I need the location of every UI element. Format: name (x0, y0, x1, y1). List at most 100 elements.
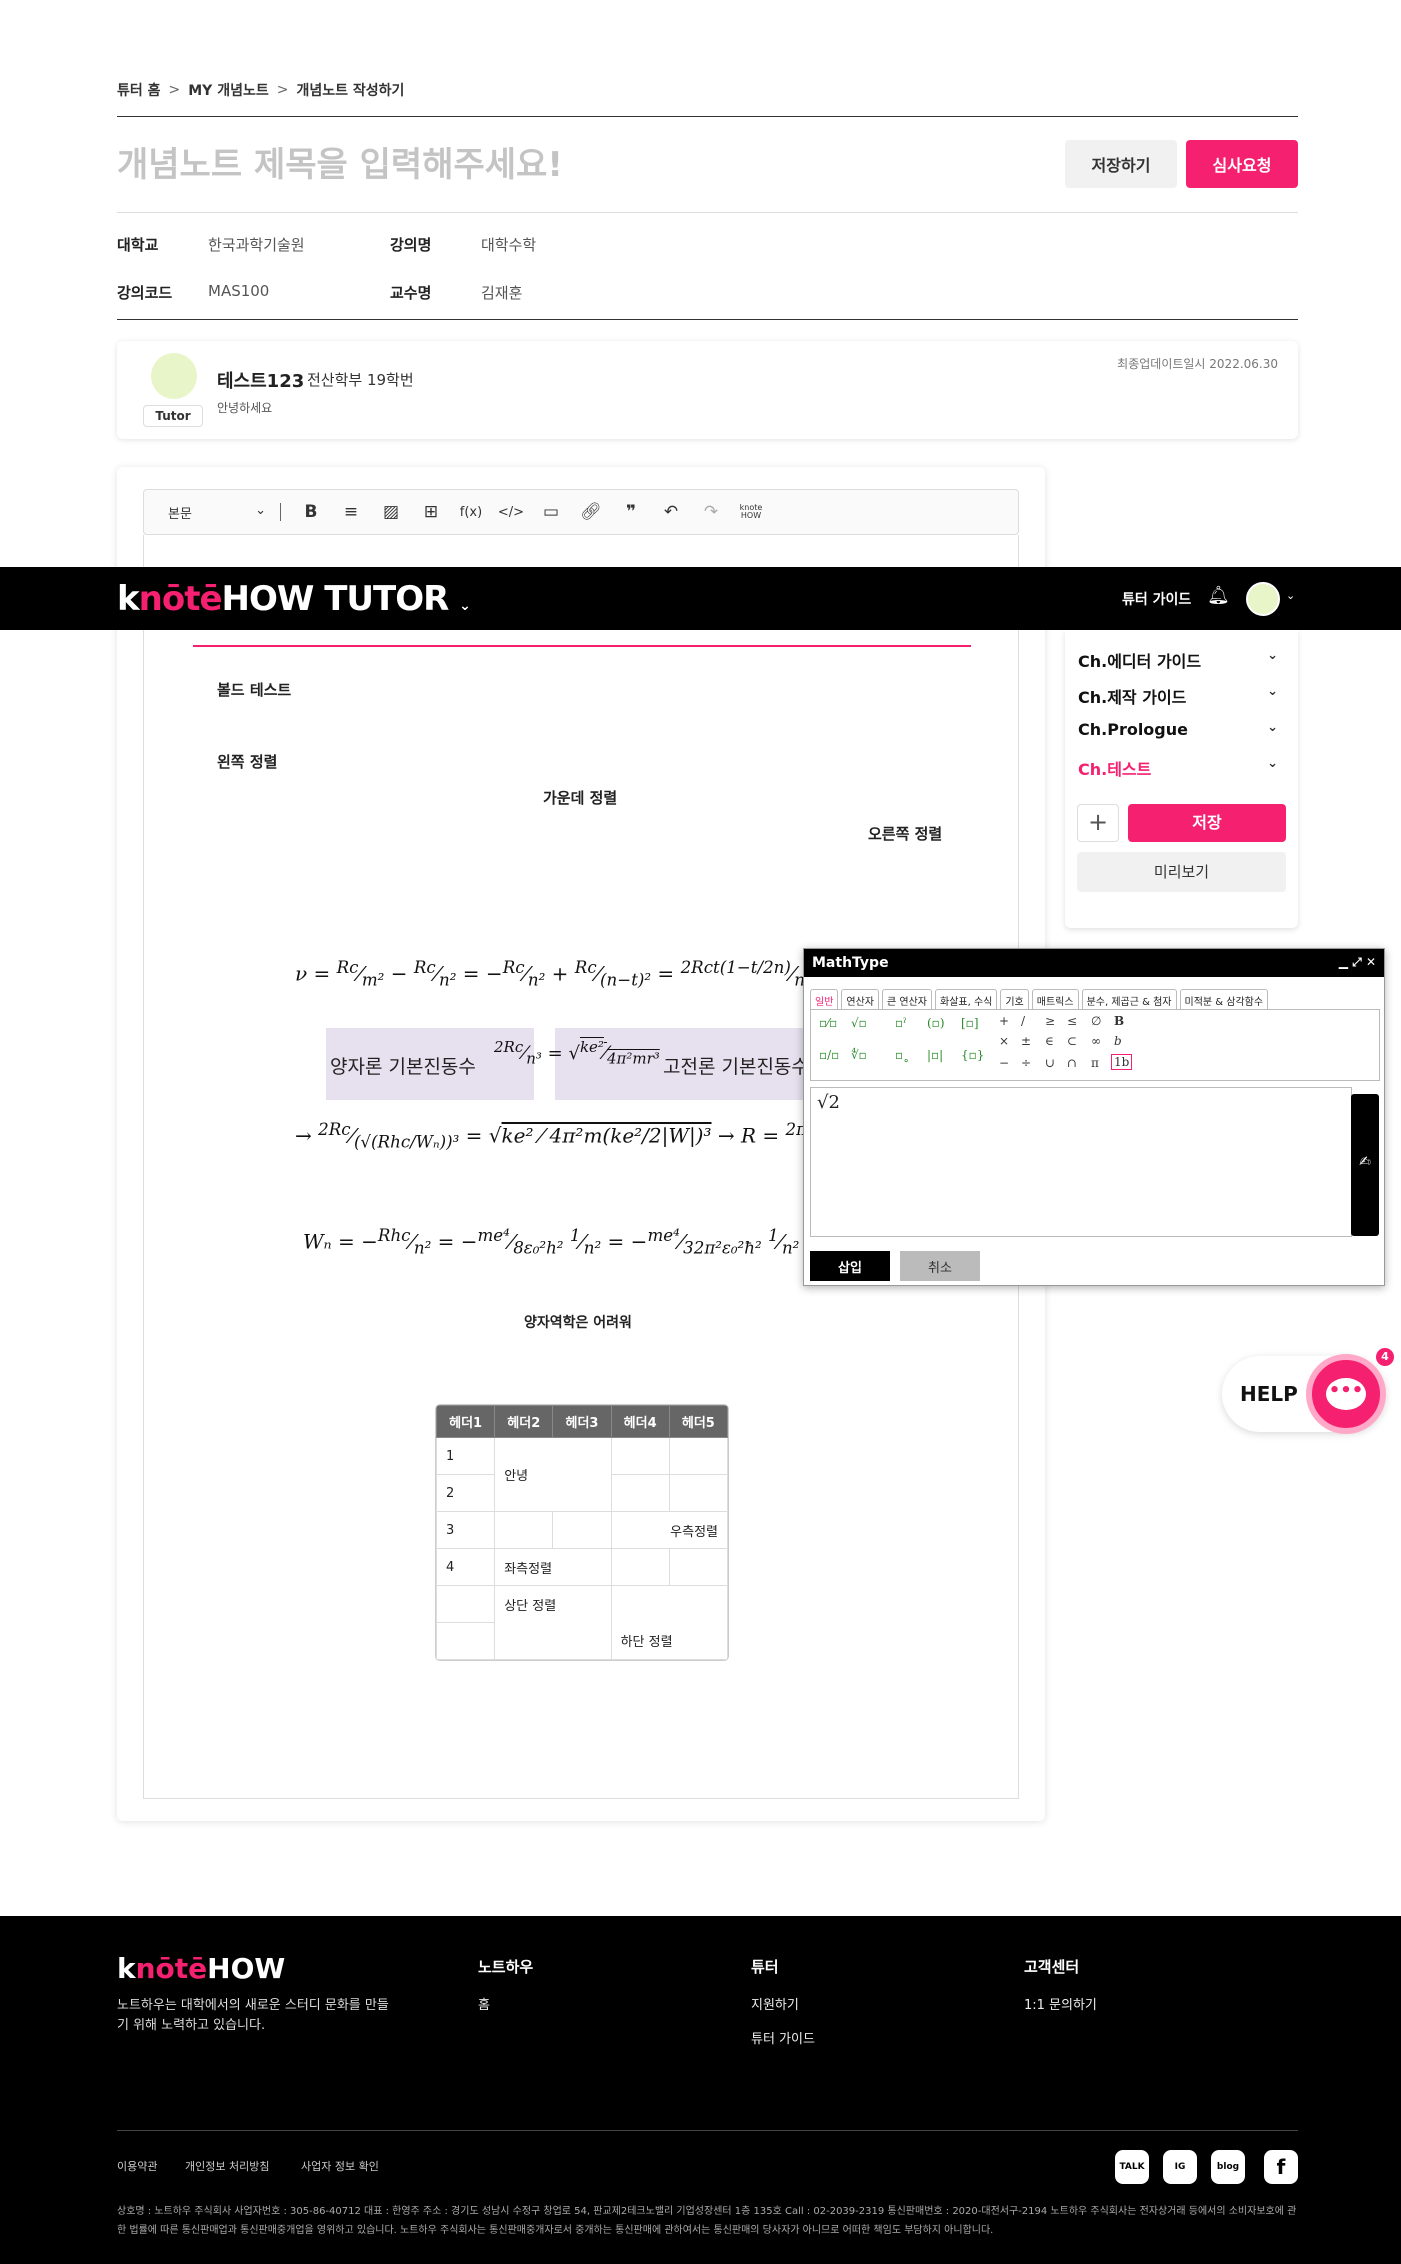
terms-link[interactable]: 이용약관 (117, 2158, 157, 2174)
tab-big-operators[interactable]: 큰 연산자 (882, 989, 932, 1011)
element-of-icon[interactable]: ∈ (1045, 1034, 1054, 1048)
undo-icon[interactable]: ↶ (651, 497, 691, 527)
subset-icon[interactable]: ⊂ (1067, 1034, 1077, 1048)
table-cell[interactable]: 4 (436, 1548, 496, 1586)
content-table[interactable]: 헤더1 헤더2 헤더3 헤더4 헤더5 1 안녕 2 3 우측정렬 4 좌측정렬… (436, 1405, 728, 1660)
table-cell[interactable]: 우측정렬 (610, 1511, 728, 1549)
privacy-link[interactable]: 개인정보 처리방침 (185, 2158, 269, 2174)
table-cell[interactable]: 1 (436, 1437, 496, 1475)
side-save-button[interactable]: 저장 (1128, 804, 1286, 842)
subscript-icon[interactable]: ▫˳ (895, 1048, 909, 1062)
nth-root-icon[interactable]: ∜▫ (851, 1048, 867, 1062)
chevron-down-icon[interactable]: ⌄ (1286, 589, 1295, 602)
bell-icon[interactable]: 🔔︎ (1207, 585, 1230, 606)
business-info-link[interactable]: 사업자 정보 확인 (301, 2158, 379, 2174)
table-cell[interactable] (668, 1548, 728, 1586)
breadcrumb-tutor-home[interactable]: 튜터 홈 (117, 80, 161, 100)
insert-button[interactable]: 삽입 (810, 1251, 890, 1281)
maximize-icon[interactable]: ⤢ (1352, 955, 1362, 969)
fraction-icon[interactable]: ▫⁄▫ (819, 1016, 837, 1030)
quote-icon[interactable]: ❞ (611, 497, 651, 527)
handwriting-icon[interactable]: ✍︎ (1351, 1094, 1379, 1236)
equation-2a[interactable]: 2Rc⁄n³ = √ke²⁄4π²mr³ (494, 1038, 660, 1068)
table-header[interactable]: 헤더5 (668, 1405, 728, 1438)
chat-icon[interactable]: ••• (1306, 1354, 1386, 1434)
chapter-item-editor-guide[interactable]: Ch.에디터 가이드 ⌄ (1078, 648, 1278, 672)
align-icon[interactable]: ≡ (331, 497, 371, 527)
table-header[interactable]: 헤더3 (552, 1405, 612, 1438)
facebook-icon[interactable]: f (1264, 2150, 1298, 2184)
tutor-guide-link[interactable]: 튜터 가이드 (1122, 589, 1191, 609)
kakaotalk-icon[interactable]: TALK (1115, 2150, 1149, 2184)
union-icon[interactable]: ∪ (1045, 1056, 1055, 1070)
table-cell[interactable]: 상단 정렬 (494, 1585, 612, 1660)
superscript-icon[interactable]: ▫ˀ (895, 1016, 907, 1030)
slash-icon[interactable]: / (1021, 1014, 1025, 1028)
link-icon[interactable]: 🔗︎ (571, 497, 611, 527)
breadcrumb-my-notes[interactable]: MY 개념노트 (188, 80, 268, 100)
mathtype-edit-area[interactable]: √2 (810, 1087, 1352, 1237)
image-icon[interactable]: ▨ (371, 497, 411, 527)
footer-link-tutor-guide[interactable]: 튜터 가이드 (751, 2028, 815, 2047)
footer-link-inquiry[interactable]: 1:1 문의하기 (1024, 1994, 1097, 2013)
chapter-item-production-guide[interactable]: Ch.제작 가이드 ⌄ (1078, 684, 1278, 708)
abs-icon[interactable]: |▫| (927, 1048, 943, 1062)
instagram-icon[interactable]: IG (1163, 2150, 1197, 2184)
knotehow-logo[interactable]: knōtēHOW (117, 1952, 285, 1985)
tab-matrix[interactable]: 매트릭스 (1031, 989, 1079, 1011)
formula-icon[interactable]: f(x) (451, 497, 491, 527)
table-cell[interactable]: 3 (436, 1511, 496, 1549)
braces-icon[interactable]: {▫} (961, 1048, 984, 1062)
table-cell[interactable]: 좌측정렬 (494, 1548, 612, 1586)
mathtype-titlebar[interactable]: MathType ▁ ⤢ ✕ (804, 949, 1384, 977)
leq-icon[interactable]: ≤ (1067, 1014, 1077, 1028)
request-review-button[interactable]: 심사요청 (1186, 140, 1298, 188)
tab-calculus[interactable]: 미적분 & 삼각함수 (1179, 989, 1269, 1011)
table-cell[interactable] (610, 1548, 670, 1586)
footer-link-apply[interactable]: 지원하기 (751, 1994, 799, 2013)
bevelled-fraction-icon[interactable]: ▫/▫ (819, 1048, 839, 1062)
table-cell[interactable] (436, 1585, 496, 1623)
redo-icon[interactable]: ↷ (691, 497, 731, 527)
times-icon[interactable]: × (999, 1034, 1009, 1048)
help-widget[interactable]: HELP ••• 4 (1222, 1346, 1396, 1434)
italic-icon[interactable]: 𝑏 (1114, 1034, 1122, 1048)
box-icon[interactable]: ▭ (531, 497, 571, 527)
table-header[interactable]: 헤더2 (494, 1405, 554, 1438)
intersection-icon[interactable]: ∩ (1067, 1056, 1077, 1070)
parentheses-icon[interactable]: (▫) (927, 1016, 945, 1030)
knotehow-tutor-logo[interactable]: knōtēHOW TUTOR ⌄ (117, 579, 471, 619)
tab-general[interactable]: 일반 (810, 989, 839, 1011)
sqrt-icon[interactable]: √▫ (851, 1016, 867, 1030)
equation-1[interactable]: ν = Rc⁄m² − Rc⁄n² = −Rc⁄n² + Rc⁄(n−t)² =… (295, 958, 805, 990)
chapter-item-prologue[interactable]: Ch.Prologue ⌄ (1078, 720, 1278, 739)
chapter-item-test[interactable]: Ch.테스트 ⌄ (1078, 756, 1278, 780)
tab-fractions[interactable]: 분수, 제곱근 & 첨자 (1081, 989, 1177, 1011)
table-cell[interactable] (610, 1437, 670, 1475)
plus-icon[interactable]: + (999, 1014, 1009, 1028)
table-cell[interactable]: 안녕 (494, 1437, 612, 1512)
bold-icon[interactable]: B (1114, 1014, 1124, 1028)
table-cell[interactable] (552, 1511, 612, 1549)
table-cell[interactable]: 2 (436, 1474, 496, 1512)
knote-logo-icon[interactable]: knote HOW (731, 497, 771, 527)
table-cell[interactable] (494, 1511, 554, 1549)
preview-button[interactable]: 미리보기 (1077, 852, 1286, 892)
save-draft-button[interactable]: 저장하기 (1065, 140, 1177, 188)
table-cell[interactable]: 하단 정렬 (610, 1585, 728, 1660)
divide-icon[interactable]: ÷ (1021, 1056, 1031, 1070)
note-title-input[interactable] (117, 140, 1017, 190)
brackets-icon[interactable]: [▫] (961, 1016, 979, 1030)
table-cell[interactable] (610, 1474, 670, 1512)
table-icon[interactable]: ⊞ (411, 497, 451, 527)
tab-arrows[interactable]: 화살표, 수식 (935, 989, 998, 1011)
tab-symbols[interactable]: 기호 (1000, 989, 1029, 1011)
infinity-icon[interactable]: ∞ (1091, 1034, 1101, 1048)
code-icon[interactable]: </> (491, 497, 531, 527)
geq-icon[interactable]: ≥ (1045, 1014, 1055, 1028)
avatar[interactable] (1246, 582, 1280, 616)
minus-icon[interactable]: − (999, 1056, 1009, 1070)
table-cell[interactable] (436, 1622, 496, 1660)
tab-operators[interactable]: 연산자 (841, 989, 880, 1011)
paragraph-style-select[interactable]: 본문 ⌄ (168, 503, 266, 522)
